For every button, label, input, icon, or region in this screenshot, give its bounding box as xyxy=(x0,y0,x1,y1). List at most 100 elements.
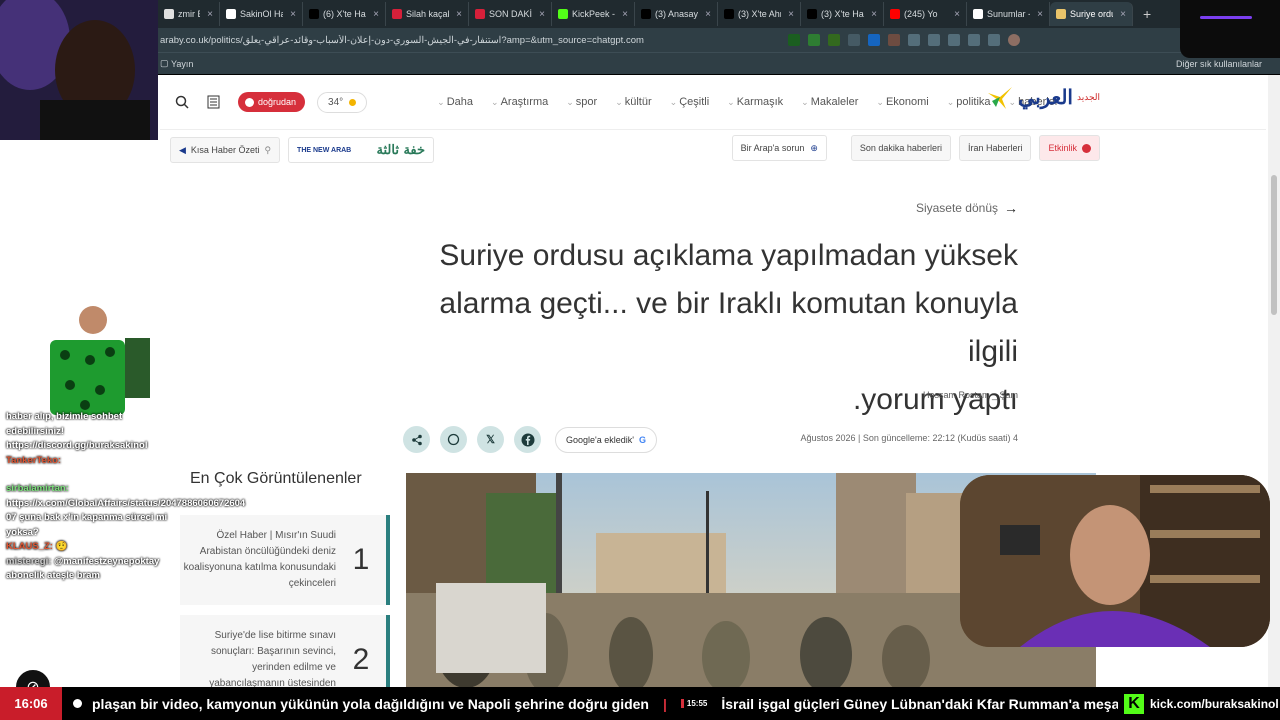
close-tab-icon[interactable]: × xyxy=(871,9,877,20)
extension-icon[interactable] xyxy=(808,34,820,46)
close-tab-icon[interactable]: × xyxy=(1037,9,1043,20)
browser-tab[interactable]: (3) Anasayfa × xyxy=(635,2,718,26)
live-button[interactable]: doğrudan xyxy=(238,92,306,112)
extension-icon[interactable] xyxy=(928,34,940,46)
extension-icon[interactable] xyxy=(788,34,800,46)
news-ticker: 16:06 plaşan bir video, kamyonun yükünün… xyxy=(0,687,1280,720)
extension-icon[interactable] xyxy=(948,34,960,46)
tab-list: zmir Büyük×SakinOl Hab×(6) X'te Hal×Sila… xyxy=(158,2,1133,26)
browser-tab[interactable]: KickPeek - R × xyxy=(552,2,635,26)
close-tab-icon[interactable]: × xyxy=(705,9,711,20)
close-tab-icon[interactable]: × xyxy=(456,9,462,20)
iran-news-button[interactable]: İran Haberleri xyxy=(958,135,1032,161)
stream-screen: zmir Büyük×SakinOl Hab×(6) X'te Hal×Sila… xyxy=(0,0,1280,720)
google-label: Google'a ekledik' xyxy=(566,434,634,445)
weather-widget[interactable]: 34° xyxy=(317,91,368,113)
x-icon[interactable]: 𝕏 xyxy=(477,426,504,453)
share-icon[interactable] xyxy=(403,426,430,453)
most-viewed-text: Suriye'de lise bitirme sınavı sonuçları:… xyxy=(209,630,336,687)
chat-username: misteregi: xyxy=(6,555,52,567)
close-tab-icon[interactable]: × xyxy=(1120,9,1126,20)
record-dot-icon xyxy=(62,699,92,708)
extension-icon[interactable] xyxy=(888,34,900,46)
tab-label: (3) X'te Hab xyxy=(821,9,865,19)
chat-message: sirbalamirtan: https://x.com/GlobalAffai… xyxy=(6,482,245,540)
extension-icon[interactable] xyxy=(988,34,1000,46)
search-icon[interactable] xyxy=(172,92,192,112)
other-bookmarks[interactable]: Diğer sık kullanılanlar xyxy=(1176,59,1262,69)
tab-label: SakinOl Hab xyxy=(240,9,283,19)
browser-tab[interactable]: (6) X'te Hal × xyxy=(303,2,386,26)
chat-username: sirbalamirtan: xyxy=(6,483,69,494)
most-viewed-title: En Çok Görüntülenenler xyxy=(190,470,362,487)
new-arab-banner[interactable]: THE NEW ARAB خفة ثالثة xyxy=(288,137,435,163)
close-tab-icon[interactable]: × xyxy=(207,9,213,20)
close-tab-icon[interactable]: × xyxy=(622,9,628,20)
extension-icon[interactable] xyxy=(848,34,860,46)
extension-icon[interactable] xyxy=(908,34,920,46)
browser-tab[interactable]: Silah kaçakç × xyxy=(386,2,469,26)
menu-item[interactable]: Araştırma xyxy=(491,96,549,108)
extension-icon[interactable] xyxy=(868,34,880,46)
menu-item[interactable]: Ekonomi xyxy=(876,96,929,108)
scrollbar-thumb[interactable] xyxy=(1271,175,1277,315)
close-tab-icon[interactable]: × xyxy=(954,9,960,20)
chat-username: KLAUS_Z: xyxy=(6,541,53,552)
close-tab-icon[interactable]: × xyxy=(788,9,794,20)
facebook-icon[interactable] xyxy=(514,426,541,453)
browser-tab[interactable]: (3) X'te Hab × xyxy=(801,2,884,26)
chat-message: KLAUS_Z: 🤨 xyxy=(6,540,172,555)
ticker-item: plaşan bir video, kamyonun yükünün yola … xyxy=(92,695,649,712)
site-logo[interactable]: العربي الجديد xyxy=(986,83,1100,111)
chat-text: haber alıp, bizimle sohbet edebilirsiniz… xyxy=(6,411,148,451)
profile-avatar[interactable] xyxy=(1008,34,1020,46)
headline-line: alarma geçti... ve bir Iraklı komutan ko… xyxy=(439,287,1018,368)
most-viewed-text: Özel Haber | Mısır'ın Suudi Arabistan ön… xyxy=(183,530,336,589)
browser-tab[interactable]: zmir Büyük × xyxy=(158,2,220,26)
new-tab-button[interactable]: + xyxy=(1143,6,1151,22)
breaking-news-button[interactable]: Son dakika haberleri xyxy=(850,135,951,161)
ticker-item: İsrail işgal güçleri Güney Lübnan'daki K… xyxy=(721,695,1118,712)
url-field[interactable]: araby.co.uk/politics/استنفار-في-الجيش-ال… xyxy=(160,35,780,46)
menu-item[interactable]: Daha xyxy=(437,96,473,108)
caret-left-icon: ◀ xyxy=(179,144,186,155)
tab-favicon-icon xyxy=(724,9,734,19)
bookmarks-bar: ▢ Yayın Diğer sık kullanılanlar xyxy=(0,52,1280,74)
browser-tab[interactable]: Suriye ordus × xyxy=(1050,2,1133,26)
menu-item[interactable]: spor xyxy=(566,96,597,108)
back-to-politics-link[interactable]: Siyasete dönüş → xyxy=(916,200,1018,216)
kick-url: kick.com/buraksakinol xyxy=(1150,696,1279,711)
bookmark-yayin[interactable]: Yayın xyxy=(171,59,193,69)
menu-item[interactable]: Karmaşık xyxy=(727,96,783,108)
most-viewed-item[interactable]: Suriye'de lise bitirme sınavı sonuçları:… xyxy=(180,615,390,687)
new-arab-arabic: خفة ثالثة xyxy=(376,142,426,158)
browser-tab-bar: zmir Büyük×SakinOl Hab×(6) X'te Hal×Sila… xyxy=(0,0,1280,28)
menu-item[interactable]: politika xyxy=(947,96,990,108)
tab-favicon-icon xyxy=(1056,9,1066,19)
browser-tab[interactable]: (245) Yo × xyxy=(884,2,967,26)
close-tab-icon[interactable]: × xyxy=(290,9,296,20)
extension-icon[interactable] xyxy=(968,34,980,46)
close-tab-icon[interactable]: × xyxy=(539,9,545,20)
most-viewed-item[interactable]: Özel Haber | Mısır'ın Suudi Arabistan ön… xyxy=(180,515,390,605)
whatsapp-icon[interactable] xyxy=(440,426,467,453)
newspaper-icon[interactable] xyxy=(204,92,224,112)
tab-favicon-icon xyxy=(309,9,319,19)
close-tab-icon[interactable]: × xyxy=(373,9,379,20)
sub-nav: ◀ Kısa Haber Özeti ⚲ THE NEW ARAB خفة ثالثة… xyxy=(170,135,1100,165)
short-news-button[interactable]: ◀ Kısa Haber Özeti ⚲ xyxy=(170,137,281,163)
browser-tab[interactable]: SakinOl Hab × xyxy=(220,2,303,26)
menu-item[interactable]: kültür xyxy=(615,96,652,108)
tab-label: (6) X'te Hal xyxy=(323,9,367,19)
menu-item[interactable]: Makaleler xyxy=(801,96,859,108)
google-news-button[interactable]: Google'a ekledik' G xyxy=(555,426,657,453)
extension-icon[interactable] xyxy=(828,34,840,46)
chat-username: TankerTeko: xyxy=(6,454,62,466)
browser-tab[interactable]: Sunumlar - S × xyxy=(967,2,1050,26)
browser-tab[interactable]: SON DAKİKA × xyxy=(469,2,552,26)
browser-tab[interactable]: (3) X'te Ahm × xyxy=(718,2,801,26)
event-button[interactable]: Etkinlik xyxy=(1039,135,1100,161)
menu-item[interactable]: Çeşitli xyxy=(670,96,709,108)
logo-text: العربي xyxy=(1018,85,1073,109)
ask-arab-button[interactable]: Bir Arap'a sorun ⊕ xyxy=(731,135,827,161)
